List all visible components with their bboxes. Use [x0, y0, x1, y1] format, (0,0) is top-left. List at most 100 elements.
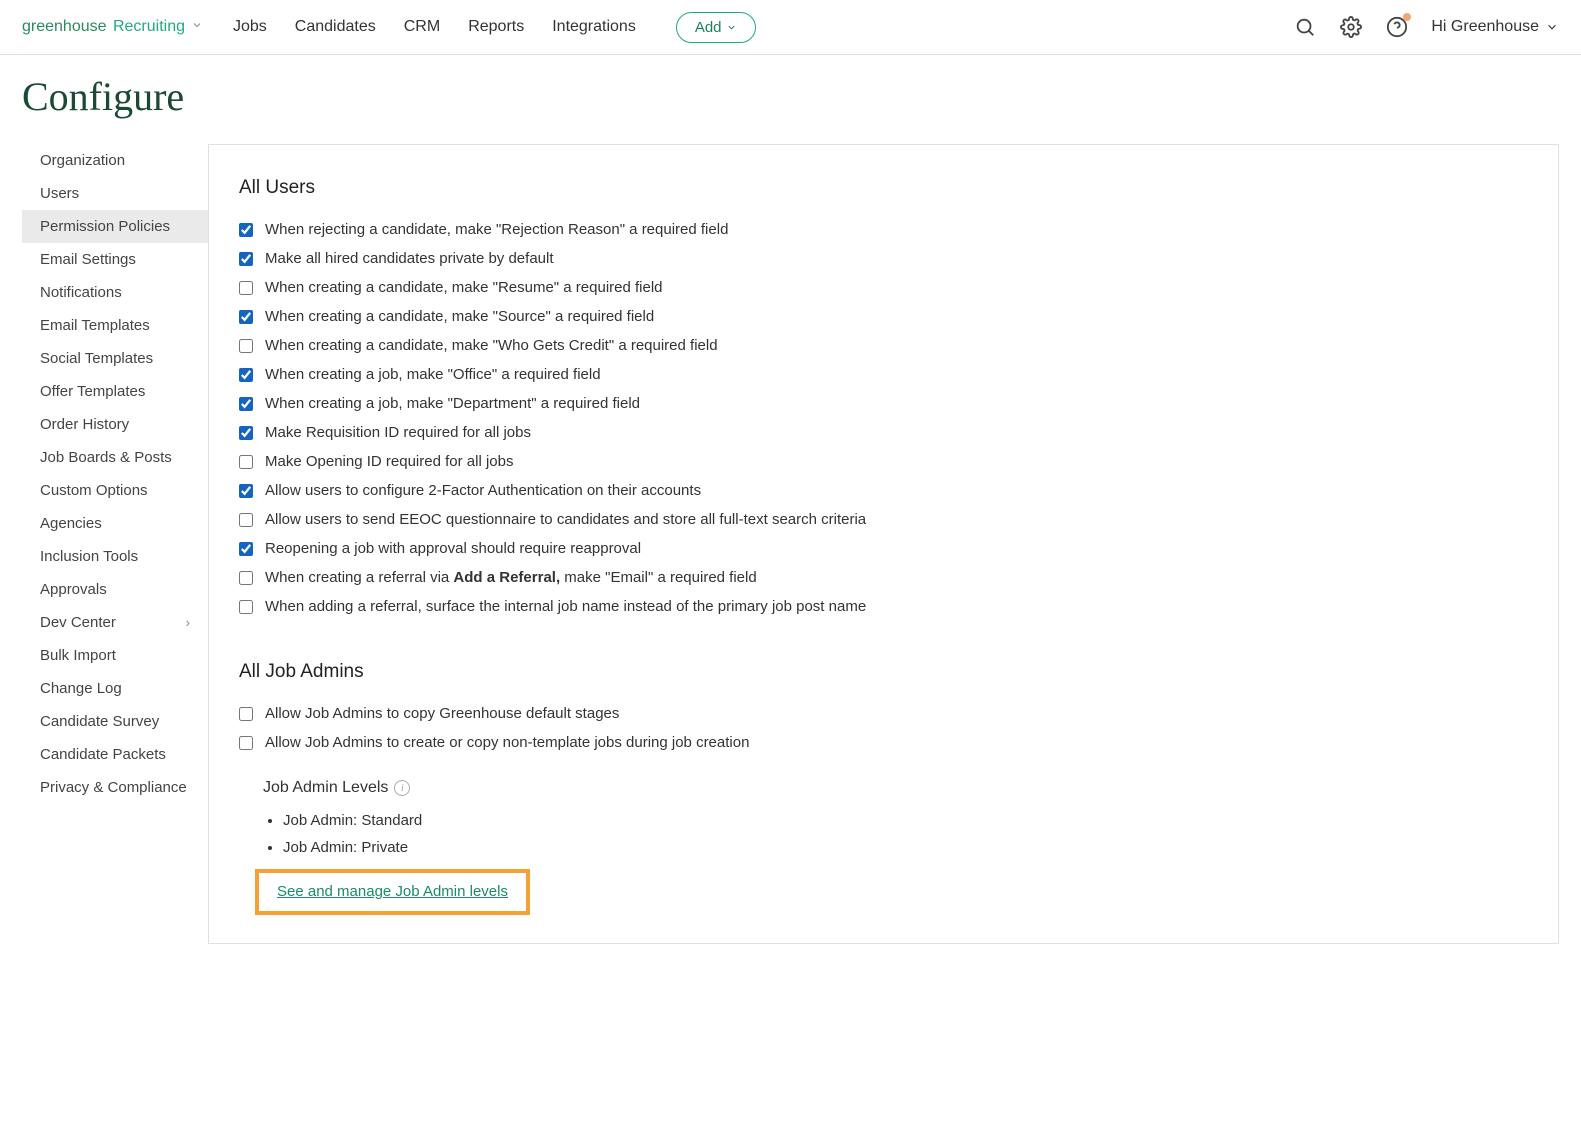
- policy-row: Make all hired candidates private by def…: [239, 244, 1528, 273]
- sidebar-item-inclusion-tools[interactable]: Inclusion Tools: [22, 540, 208, 573]
- policy-label[interactable]: Reopening a job with approval should req…: [265, 540, 641, 557]
- policy-row: When adding a referral, surface the inte…: [239, 592, 1528, 621]
- sidebar-item-custom-options[interactable]: Custom Options: [22, 474, 208, 507]
- nav-candidates[interactable]: Candidates: [295, 18, 376, 36]
- policy-row: When creating a candidate, make "Source"…: [239, 302, 1528, 331]
- policy-row: When creating a job, make "Office" a req…: [239, 360, 1528, 389]
- logo[interactable]: greenhouse Recruiting: [22, 18, 203, 36]
- sidebar-item-users[interactable]: Users: [22, 177, 208, 210]
- job-admin-levels-label: Job Admin Levels: [263, 779, 388, 797]
- sidebar-item-label: Privacy & Compliance: [40, 779, 187, 796]
- policy-label[interactable]: Allow users to send EEOC questionnaire t…: [265, 511, 866, 528]
- sidebar-item-notifications[interactable]: Notifications: [22, 276, 208, 309]
- policy-checkbox[interactable]: [239, 426, 253, 440]
- job-admin-level-item: Job Admin: Standard: [283, 807, 1528, 834]
- policy-label[interactable]: When creating a job, make "Department" a…: [265, 395, 640, 412]
- policy-label[interactable]: Make Requisition ID required for all job…: [265, 424, 531, 441]
- policy-label[interactable]: When creating a job, make "Office" a req…: [265, 366, 601, 383]
- admin-policy-label[interactable]: Allow Job Admins to copy Greenhouse defa…: [265, 705, 619, 722]
- nav-reports[interactable]: Reports: [468, 18, 524, 36]
- policy-label[interactable]: When creating a referral via Add a Refer…: [265, 569, 757, 586]
- sidebar-item-label: Approvals: [40, 581, 107, 598]
- admin-policy-checkbox[interactable]: [239, 707, 253, 721]
- sidebar-item-label: Candidate Survey: [40, 713, 159, 730]
- manage-job-admin-levels-link[interactable]: See and manage Job Admin levels: [277, 883, 508, 900]
- sidebar-item-order-history[interactable]: Order History: [22, 408, 208, 441]
- policy-label[interactable]: Make Opening ID required for all jobs: [265, 453, 513, 470]
- policy-label[interactable]: When creating a candidate, make "Resume"…: [265, 279, 663, 296]
- sidebar-item-label: Change Log: [40, 680, 122, 697]
- policy-label[interactable]: Make all hired candidates private by def…: [265, 250, 554, 267]
- main-nav: Jobs Candidates CRM Reports Integrations: [233, 18, 636, 36]
- sidebar-item-label: Dev Center: [40, 614, 116, 631]
- chevron-right-icon: ›: [186, 615, 190, 630]
- sidebar-item-offer-templates[interactable]: Offer Templates: [22, 375, 208, 408]
- search-icon[interactable]: [1293, 15, 1317, 39]
- sidebar-item-social-templates[interactable]: Social Templates: [22, 342, 208, 375]
- manage-levels-highlight: See and manage Job Admin levels: [255, 869, 530, 915]
- nav-jobs[interactable]: Jobs: [233, 18, 267, 36]
- top-header: greenhouse Recruiting Jobs Candidates CR…: [0, 0, 1581, 55]
- user-menu[interactable]: Hi Greenhouse: [1431, 18, 1559, 36]
- sidebar-item-privacy-compliance[interactable]: Privacy & Compliance: [22, 771, 208, 804]
- sidebar-item-dev-center[interactable]: Dev Center ›: [22, 606, 208, 639]
- policy-checkbox[interactable]: [239, 571, 253, 585]
- policy-checkbox[interactable]: [239, 513, 253, 527]
- policy-label[interactable]: When creating a candidate, make "Who Get…: [265, 337, 718, 354]
- policy-checkbox[interactable]: [239, 368, 253, 382]
- sidebar-item-approvals[interactable]: Approvals: [22, 573, 208, 606]
- info-icon[interactable]: i: [394, 780, 410, 796]
- policy-checkbox[interactable]: [239, 397, 253, 411]
- sidebar-item-label: Custom Options: [40, 482, 148, 499]
- policy-label[interactable]: When rejecting a candidate, make "Reject…: [265, 221, 728, 238]
- policy-row: When creating a candidate, make "Resume"…: [239, 273, 1528, 302]
- chevron-down-icon: [191, 18, 203, 36]
- policy-checkbox[interactable]: [239, 600, 253, 614]
- content-panel: All Users When rejecting a candidate, ma…: [208, 144, 1559, 944]
- policy-checkbox[interactable]: [239, 223, 253, 237]
- sidebar-item-candidate-packets[interactable]: Candidate Packets: [22, 738, 208, 771]
- sidebar-item-label: Notifications: [40, 284, 122, 301]
- sidebar-item-label: Social Templates: [40, 350, 153, 367]
- sidebar-item-email-settings[interactable]: Email Settings: [22, 243, 208, 276]
- sidebar-item-label: Permission Policies: [40, 218, 170, 235]
- header-actions: Hi Greenhouse: [1293, 15, 1559, 39]
- policy-checkbox[interactable]: [239, 252, 253, 266]
- sidebar-item-job-boards-posts[interactable]: Job Boards & Posts: [22, 441, 208, 474]
- nav-integrations[interactable]: Integrations: [552, 18, 636, 36]
- sidebar-item-permission-policies[interactable]: Permission Policies: [22, 210, 208, 243]
- policy-label[interactable]: Allow users to configure 2-Factor Authen…: [265, 482, 701, 499]
- sidebar-item-change-log[interactable]: Change Log: [22, 672, 208, 705]
- job-admin-level-item: Job Admin: Private: [283, 834, 1528, 861]
- sidebar-item-organization[interactable]: Organization: [22, 144, 208, 177]
- section-title-all-users: All Users: [239, 177, 1528, 199]
- policy-row: Allow users to configure 2-Factor Authen…: [239, 476, 1528, 505]
- admin-policy-label[interactable]: Allow Job Admins to create or copy non-t…: [265, 734, 749, 751]
- nav-crm[interactable]: CRM: [404, 18, 440, 36]
- policy-checkbox[interactable]: [239, 339, 253, 353]
- help-icon[interactable]: [1385, 15, 1409, 39]
- policy-checkbox[interactable]: [239, 455, 253, 469]
- policy-checkbox[interactable]: [239, 484, 253, 498]
- sidebar-item-label: Email Templates: [40, 317, 150, 334]
- policy-checkbox[interactable]: [239, 310, 253, 324]
- admin-policy-checkbox[interactable]: [239, 736, 253, 750]
- gear-icon[interactable]: [1339, 15, 1363, 39]
- logo-product: Recruiting: [113, 18, 185, 35]
- sidebar-item-agencies[interactable]: Agencies: [22, 507, 208, 540]
- sidebar: OrganizationUsers Permission Policies Emai…: [22, 144, 208, 944]
- policy-label[interactable]: When creating a candidate, make "Source"…: [265, 308, 654, 325]
- policy-checkbox[interactable]: [239, 542, 253, 556]
- policy-row: Make Opening ID required for all jobs: [239, 447, 1528, 476]
- sidebar-item-bulk-import[interactable]: Bulk Import: [22, 639, 208, 672]
- sidebar-item-label: Offer Templates: [40, 383, 145, 400]
- policy-label[interactable]: When adding a referral, surface the inte…: [265, 598, 866, 615]
- policy-checkbox[interactable]: [239, 281, 253, 295]
- sidebar-item-label: Job Boards & Posts: [40, 449, 172, 466]
- sidebar-item-candidate-survey[interactable]: Candidate Survey: [22, 705, 208, 738]
- policy-row: Reopening a job with approval should req…: [239, 534, 1528, 563]
- add-button[interactable]: Add: [676, 12, 756, 43]
- policy-row: When creating a job, make "Department" a…: [239, 389, 1528, 418]
- add-button-label: Add: [695, 19, 722, 36]
- sidebar-item-email-templates[interactable]: Email Templates: [22, 309, 208, 342]
